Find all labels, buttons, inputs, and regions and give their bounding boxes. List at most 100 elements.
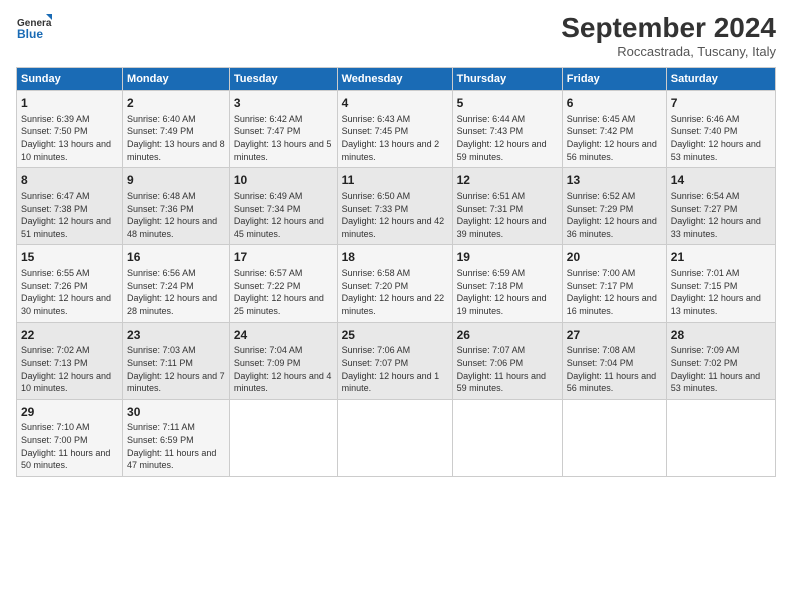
day-cell [229, 399, 337, 476]
day-cell: 19Sunrise: 6:59 AMSunset: 7:18 PMDayligh… [452, 245, 562, 322]
day-number: 29 [21, 404, 118, 421]
col-header-sunday: Sunday [17, 68, 123, 91]
day-number: 15 [21, 249, 118, 266]
day-info: Sunrise: 7:08 AMSunset: 7:04 PMDaylight:… [567, 344, 662, 394]
day-info: Sunrise: 7:11 AMSunset: 6:59 PMDaylight:… [127, 421, 225, 471]
day-number: 25 [342, 327, 448, 344]
day-number: 21 [671, 249, 771, 266]
day-cell: 16Sunrise: 6:56 AMSunset: 7:24 PMDayligh… [123, 245, 230, 322]
day-cell: 18Sunrise: 6:58 AMSunset: 7:20 PMDayligh… [337, 245, 452, 322]
day-number: 16 [127, 249, 225, 266]
day-info: Sunrise: 6:55 AMSunset: 7:26 PMDaylight:… [21, 267, 118, 317]
day-info: Sunrise: 6:50 AMSunset: 7:33 PMDaylight:… [342, 190, 448, 240]
day-number: 14 [671, 172, 771, 189]
day-number: 1 [21, 95, 118, 112]
logo-svg: General Blue [16, 12, 52, 48]
day-cell: 10Sunrise: 6:49 AMSunset: 7:34 PMDayligh… [229, 168, 337, 245]
day-cell: 27Sunrise: 7:08 AMSunset: 7:04 PMDayligh… [562, 322, 666, 399]
day-number: 7 [671, 95, 771, 112]
day-info: Sunrise: 6:39 AMSunset: 7:50 PMDaylight:… [21, 113, 118, 163]
day-cell: 2Sunrise: 6:40 AMSunset: 7:49 PMDaylight… [123, 91, 230, 168]
day-info: Sunrise: 6:49 AMSunset: 7:34 PMDaylight:… [234, 190, 333, 240]
day-cell: 21Sunrise: 7:01 AMSunset: 7:15 PMDayligh… [666, 245, 775, 322]
day-cell: 26Sunrise: 7:07 AMSunset: 7:06 PMDayligh… [452, 322, 562, 399]
day-info: Sunrise: 6:46 AMSunset: 7:40 PMDaylight:… [671, 113, 771, 163]
day-cell: 5Sunrise: 6:44 AMSunset: 7:43 PMDaylight… [452, 91, 562, 168]
day-number: 10 [234, 172, 333, 189]
day-cell: 15Sunrise: 6:55 AMSunset: 7:26 PMDayligh… [17, 245, 123, 322]
day-number: 24 [234, 327, 333, 344]
day-info: Sunrise: 6:52 AMSunset: 7:29 PMDaylight:… [567, 190, 662, 240]
day-info: Sunrise: 7:09 AMSunset: 7:02 PMDaylight:… [671, 344, 771, 394]
day-number: 19 [457, 249, 558, 266]
title-block: September 2024 Roccastrada, Tuscany, Ita… [561, 12, 776, 59]
day-number: 3 [234, 95, 333, 112]
day-number: 13 [567, 172, 662, 189]
day-number: 18 [342, 249, 448, 266]
day-cell [562, 399, 666, 476]
month-title: September 2024 [561, 12, 776, 44]
day-info: Sunrise: 7:03 AMSunset: 7:11 PMDaylight:… [127, 344, 225, 394]
day-number: 17 [234, 249, 333, 266]
day-info: Sunrise: 6:51 AMSunset: 7:31 PMDaylight:… [457, 190, 558, 240]
day-cell [337, 399, 452, 476]
day-info: Sunrise: 6:42 AMSunset: 7:47 PMDaylight:… [234, 113, 333, 163]
col-header-monday: Monday [123, 68, 230, 91]
day-number: 22 [21, 327, 118, 344]
col-header-saturday: Saturday [666, 68, 775, 91]
day-cell: 9Sunrise: 6:48 AMSunset: 7:36 PMDaylight… [123, 168, 230, 245]
day-cell: 23Sunrise: 7:03 AMSunset: 7:11 PMDayligh… [123, 322, 230, 399]
day-cell [452, 399, 562, 476]
day-cell: 22Sunrise: 7:02 AMSunset: 7:13 PMDayligh… [17, 322, 123, 399]
day-cell: 17Sunrise: 6:57 AMSunset: 7:22 PMDayligh… [229, 245, 337, 322]
day-cell: 28Sunrise: 7:09 AMSunset: 7:02 PMDayligh… [666, 322, 775, 399]
day-info: Sunrise: 6:40 AMSunset: 7:49 PMDaylight:… [127, 113, 225, 163]
day-info: Sunrise: 6:58 AMSunset: 7:20 PMDaylight:… [342, 267, 448, 317]
day-cell: 4Sunrise: 6:43 AMSunset: 7:45 PMDaylight… [337, 91, 452, 168]
week-row-1: 1Sunrise: 6:39 AMSunset: 7:50 PMDaylight… [17, 91, 776, 168]
day-number: 4 [342, 95, 448, 112]
day-number: 20 [567, 249, 662, 266]
header-row: SundayMondayTuesdayWednesdayThursdayFrid… [17, 68, 776, 91]
day-cell: 20Sunrise: 7:00 AMSunset: 7:17 PMDayligh… [562, 245, 666, 322]
day-number: 26 [457, 327, 558, 344]
day-info: Sunrise: 6:54 AMSunset: 7:27 PMDaylight:… [671, 190, 771, 240]
location: Roccastrada, Tuscany, Italy [561, 44, 776, 59]
day-cell: 6Sunrise: 6:45 AMSunset: 7:42 PMDaylight… [562, 91, 666, 168]
day-cell: 3Sunrise: 6:42 AMSunset: 7:47 PMDaylight… [229, 91, 337, 168]
day-info: Sunrise: 6:47 AMSunset: 7:38 PMDaylight:… [21, 190, 118, 240]
day-number: 5 [457, 95, 558, 112]
col-header-wednesday: Wednesday [337, 68, 452, 91]
col-header-thursday: Thursday [452, 68, 562, 91]
day-cell: 30Sunrise: 7:11 AMSunset: 6:59 PMDayligh… [123, 399, 230, 476]
day-info: Sunrise: 6:43 AMSunset: 7:45 PMDaylight:… [342, 113, 448, 163]
day-number: 6 [567, 95, 662, 112]
logo: General Blue [16, 12, 52, 48]
week-row-5: 29Sunrise: 7:10 AMSunset: 7:00 PMDayligh… [17, 399, 776, 476]
day-cell: 11Sunrise: 6:50 AMSunset: 7:33 PMDayligh… [337, 168, 452, 245]
day-cell [666, 399, 775, 476]
day-info: Sunrise: 6:57 AMSunset: 7:22 PMDaylight:… [234, 267, 333, 317]
day-cell: 12Sunrise: 6:51 AMSunset: 7:31 PMDayligh… [452, 168, 562, 245]
page: General Blue September 2024 Roccastrada,… [0, 0, 792, 612]
day-number: 9 [127, 172, 225, 189]
day-number: 12 [457, 172, 558, 189]
day-info: Sunrise: 6:45 AMSunset: 7:42 PMDaylight:… [567, 113, 662, 163]
col-header-tuesday: Tuesday [229, 68, 337, 91]
day-number: 30 [127, 404, 225, 421]
calendar-table: SundayMondayTuesdayWednesdayThursdayFrid… [16, 67, 776, 477]
day-cell: 14Sunrise: 6:54 AMSunset: 7:27 PMDayligh… [666, 168, 775, 245]
day-info: Sunrise: 6:44 AMSunset: 7:43 PMDaylight:… [457, 113, 558, 163]
day-info: Sunrise: 6:59 AMSunset: 7:18 PMDaylight:… [457, 267, 558, 317]
day-cell: 13Sunrise: 6:52 AMSunset: 7:29 PMDayligh… [562, 168, 666, 245]
day-cell: 25Sunrise: 7:06 AMSunset: 7:07 PMDayligh… [337, 322, 452, 399]
col-header-friday: Friday [562, 68, 666, 91]
day-info: Sunrise: 7:07 AMSunset: 7:06 PMDaylight:… [457, 344, 558, 394]
day-info: Sunrise: 7:02 AMSunset: 7:13 PMDaylight:… [21, 344, 118, 394]
day-info: Sunrise: 6:48 AMSunset: 7:36 PMDaylight:… [127, 190, 225, 240]
day-info: Sunrise: 7:04 AMSunset: 7:09 PMDaylight:… [234, 344, 333, 394]
day-cell: 8Sunrise: 6:47 AMSunset: 7:38 PMDaylight… [17, 168, 123, 245]
week-row-4: 22Sunrise: 7:02 AMSunset: 7:13 PMDayligh… [17, 322, 776, 399]
day-number: 23 [127, 327, 225, 344]
day-info: Sunrise: 7:10 AMSunset: 7:00 PMDaylight:… [21, 421, 118, 471]
